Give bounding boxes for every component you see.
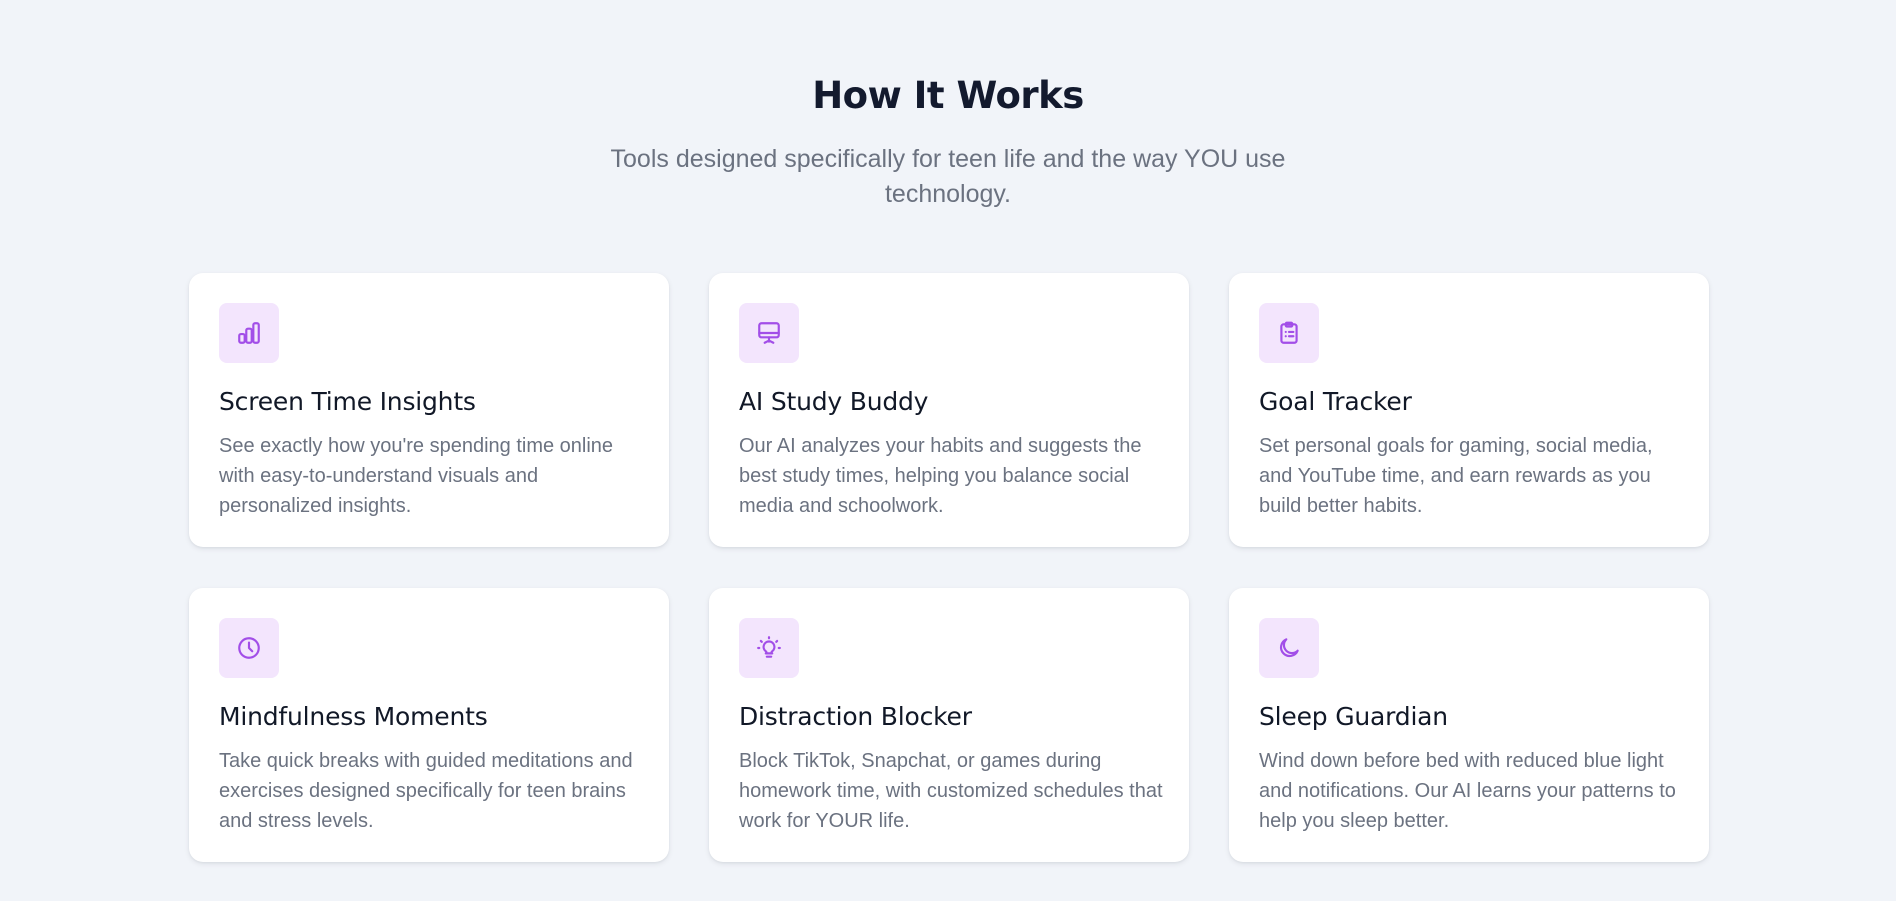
feature-card-distraction-blocker: Distraction Blocker Block TikTok, Snapch… (709, 588, 1189, 862)
feature-card-goal-tracker: Goal Tracker Set personal goals for gami… (1229, 273, 1709, 547)
feature-card-ai-study-buddy: AI Study Buddy Our AI analyzes your habi… (709, 273, 1189, 547)
feature-title: Screen Time Insights (219, 387, 476, 416)
feature-title: AI Study Buddy (739, 387, 929, 416)
moon-icon (1259, 618, 1319, 678)
feature-description: Our AI analyzes your habits and suggests… (739, 435, 1142, 517)
bar-chart-icon (219, 303, 279, 363)
feature-description: Block TikTok, Snapchat, or games during … (739, 750, 1163, 832)
feature-title: Goal Tracker (1259, 387, 1412, 416)
clipboard-list-icon (1259, 303, 1319, 363)
feature-description: See exactly how you're spending time onl… (219, 435, 614, 517)
clock-icon (219, 618, 279, 678)
monitor-icon (739, 303, 799, 363)
feature-card-sleep-guardian: Sleep Guardian Wind down before bed with… (1229, 588, 1709, 862)
feature-title: Sleep Guardian (1259, 702, 1448, 731)
feature-description: Wind down before bed with reduced blue l… (1259, 750, 1676, 832)
feature-title: Mindfulness Moments (219, 702, 488, 731)
feature-description: Take quick breaks with guided meditation… (219, 750, 633, 832)
feature-card-screen-time-insights: Screen Time Insights See exactly how you… (189, 273, 669, 547)
lightbulb-icon (739, 618, 799, 678)
feature-card-mindfulness-moments: Mindfulness Moments Take quick breaks wi… (189, 588, 669, 862)
feature-title: Distraction Blocker (739, 702, 972, 731)
how-it-works-section: How It Works Tools designed specifically… (0, 0, 1896, 901)
feature-grid: Screen Time Insights See exactly how you… (189, 273, 1709, 862)
section-title: How It Works (812, 74, 1084, 117)
section-subtitle: Tools designed specifically for teen lif… (610, 145, 1286, 208)
feature-description: Set personal goals for gaming, social me… (1259, 435, 1653, 517)
